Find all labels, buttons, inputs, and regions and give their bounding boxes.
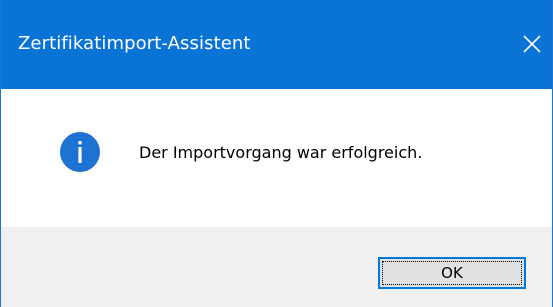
info-icon bbox=[60, 132, 100, 172]
close-button[interactable] bbox=[512, 18, 552, 70]
title-bar[interactable]: Zertifikatimport-Assistent bbox=[1, 0, 552, 89]
dialog-window: Zertifikatimport-Assistent Der Importvor… bbox=[0, 0, 553, 307]
ok-button-label: OK bbox=[441, 264, 463, 282]
close-icon bbox=[523, 35, 541, 53]
dialog-message: Der Importvorgang war erfolgreich. bbox=[139, 143, 423, 162]
dialog-footer: OK bbox=[1, 227, 552, 307]
window-title: Zertifikatimport-Assistent bbox=[18, 33, 251, 54]
dialog-content: Der Importvorgang war erfolgreich. bbox=[1, 89, 552, 227]
ok-button[interactable]: OK bbox=[378, 257, 526, 289]
